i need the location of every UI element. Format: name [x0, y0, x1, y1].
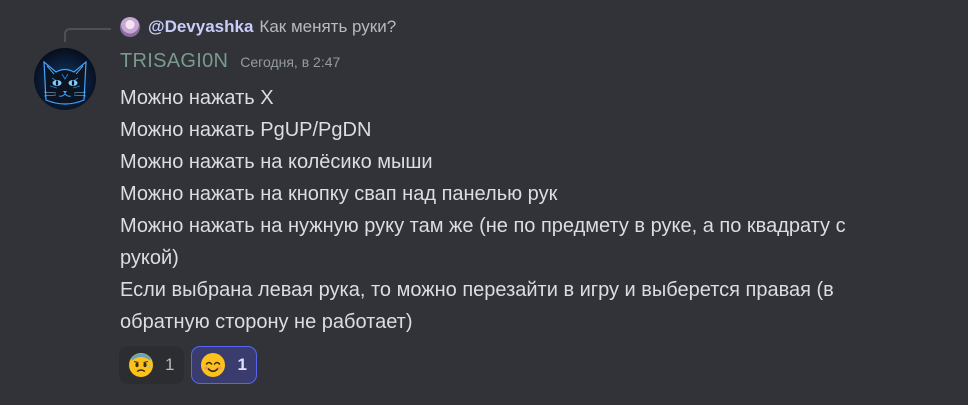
message-timestamp[interactable]: Сегодня, в 2:47: [240, 54, 340, 70]
message-content: Можно нажать X Можно нажать PgUP/PgDN Мо…: [120, 82, 950, 338]
anxious-face-with-sweat-icon: [129, 353, 153, 377]
reply-connector-line: [64, 28, 111, 42]
reaction-count: 1: [165, 355, 175, 374]
message-line: Можно нажать на нужную руку там же (не п…: [120, 215, 846, 237]
reply-author-name[interactable]: @Devyashka: [148, 17, 253, 37]
reaction-smiling-eyes[interactable]: 1: [191, 346, 257, 384]
reaction-count: 1: [237, 355, 247, 374]
message-header: TRISAGI0N Сегодня, в 2:47: [120, 50, 340, 78]
message-line: Можно нажать на кнопку свап над панелью …: [120, 183, 558, 205]
reply-reference[interactable]: @Devyashka Как менять руки?: [120, 14, 396, 40]
reactions-bar: 1 1: [119, 346, 257, 384]
message-line: Можно нажать X: [120, 87, 274, 109]
smiling-face-with-smiling-eyes-icon: [201, 353, 226, 377]
reply-author-avatar[interactable]: [120, 17, 140, 37]
message-line: Можно нажать PgUP/PgDN: [120, 119, 372, 141]
chat-message: @Devyashka Как менять руки? TRISAGI0N Се…: [0, 0, 968, 405]
message-line: Если выбрана левая рука, то можно переза…: [120, 279, 834, 301]
reply-message-preview[interactable]: Как менять руки?: [259, 17, 396, 37]
message-author-name[interactable]: TRISAGI0N: [120, 50, 228, 73]
message-line: Можно нажать на колёсико мыши: [120, 151, 433, 173]
cat-avatar-icon: [34, 48, 96, 110]
author-avatar[interactable]: [34, 48, 96, 110]
message-line: рукой): [120, 247, 179, 269]
message-line: обратную сторону не работает): [120, 311, 413, 333]
reaction-anxious-sweat[interactable]: 1: [119, 346, 185, 384]
